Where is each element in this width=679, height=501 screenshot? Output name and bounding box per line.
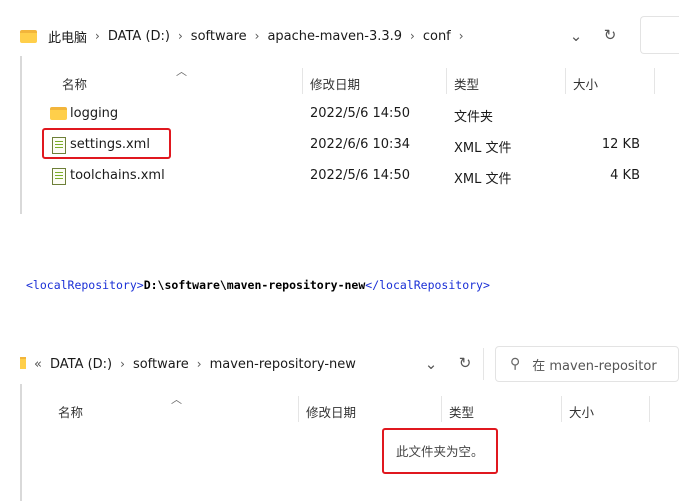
search-placeholder: 在 maven-repositor	[532, 358, 657, 374]
search-box-edge[interactable]	[640, 16, 679, 54]
local-repository-config-line: <localRepository>D:\software\maven-repos…	[26, 278, 490, 292]
breadcrumb-data-drive[interactable]: DATA (D:)	[104, 29, 174, 44]
chevron-right-icon[interactable]: ›	[455, 29, 468, 43]
folder-icon	[20, 30, 37, 43]
breadcrumb-maven-repository-new[interactable]: maven-repository-new	[206, 357, 360, 372]
file-modified: 2022/6/6 10:34	[310, 137, 410, 152]
file-modified: 2022/5/6 14:50	[310, 106, 410, 121]
column-header-name[interactable]: 名称	[62, 74, 87, 93]
refresh-icon[interactable]: ↻	[600, 26, 620, 44]
breadcrumb-software[interactable]: software	[187, 29, 251, 44]
chevron-right-icon[interactable]: ›	[174, 29, 187, 43]
file-name: toolchains.xml	[70, 168, 165, 183]
top-breadcrumb: 此电脑 › DATA (D:) › software › apache-mave…	[44, 27, 468, 46]
column-header-name[interactable]: 名称	[58, 402, 83, 421]
column-header-modified[interactable]: 修改日期	[306, 402, 356, 421]
breadcrumb-this-pc[interactable]: 此电脑	[44, 27, 91, 46]
highlight-box	[382, 428, 498, 474]
chevron-down-icon[interactable]: ⌄	[421, 355, 441, 373]
column-divider[interactable]	[565, 68, 566, 94]
sort-ascending-icon: ︿	[171, 393, 182, 406]
navigation-pane-edge	[20, 56, 22, 214]
file-row-toolchains[interactable]: toolchains.xml 2022/5/6 14:50 XML 文件 4 K…	[44, 164, 654, 190]
column-header-size[interactable]: 大小	[569, 402, 594, 421]
navigation-pane-edge	[20, 384, 22, 501]
refresh-icon[interactable]: ↻	[455, 354, 475, 372]
chevron-right-icon[interactable]: ›	[193, 357, 206, 371]
file-row-logging[interactable]: logging 2022/5/6 14:50 文件夹	[44, 102, 654, 128]
chevron-right-icon[interactable]: ›	[91, 29, 104, 43]
column-header-modified[interactable]: 修改日期	[310, 74, 360, 93]
breadcrumb-data-drive[interactable]: DATA (D:)	[46, 357, 116, 372]
breadcrumb-conf[interactable]: conf	[419, 29, 455, 44]
column-divider[interactable]	[649, 396, 650, 422]
chevron-right-icon[interactable]: ›	[251, 29, 264, 43]
highlight-box	[42, 128, 171, 159]
folder-icon	[20, 357, 26, 369]
bottom-breadcrumb: « DATA (D:) › software › maven-repositor…	[32, 355, 360, 373]
file-type: 文件夹	[454, 110, 494, 125]
xml-open-tag: <localRepository>	[26, 278, 144, 292]
column-divider[interactable]	[654, 68, 655, 94]
search-icon: ⚲	[510, 356, 521, 372]
column-header-type[interactable]: 类型	[454, 74, 479, 93]
breadcrumb-overflow[interactable]: «	[32, 357, 46, 372]
chevron-right-icon[interactable]: ›	[116, 357, 129, 371]
folder-icon	[50, 107, 67, 120]
sort-ascending-icon: ︿	[176, 65, 187, 78]
breadcrumb-software[interactable]: software	[129, 357, 193, 372]
column-divider[interactable]	[298, 396, 299, 422]
chevron-down-icon[interactable]: ⌄	[566, 27, 586, 45]
column-divider[interactable]	[561, 396, 562, 422]
xml-file-icon	[52, 168, 66, 185]
chevron-right-icon[interactable]: ›	[406, 29, 419, 43]
file-type: XML 文件	[454, 172, 512, 187]
file-size: 4 KB	[610, 168, 640, 183]
column-divider[interactable]	[302, 68, 303, 94]
column-divider[interactable]	[441, 396, 442, 422]
column-header-type[interactable]: 类型	[449, 402, 474, 421]
column-divider[interactable]	[446, 68, 447, 94]
search-input[interactable]: ⚲ 在 maven-repositor	[495, 346, 679, 382]
toolbar-divider	[483, 348, 484, 380]
column-header-size[interactable]: 大小	[573, 74, 598, 93]
file-modified: 2022/5/6 14:50	[310, 168, 410, 183]
file-size: 12 KB	[601, 137, 640, 152]
xml-value: D:\software\maven-repository-new	[143, 278, 366, 292]
file-name: logging	[70, 106, 119, 121]
file-type: XML 文件	[454, 141, 512, 156]
xml-close-tag: </localRepository>	[365, 278, 490, 292]
breadcrumb-apache-maven[interactable]: apache-maven-3.3.9	[263, 29, 406, 44]
